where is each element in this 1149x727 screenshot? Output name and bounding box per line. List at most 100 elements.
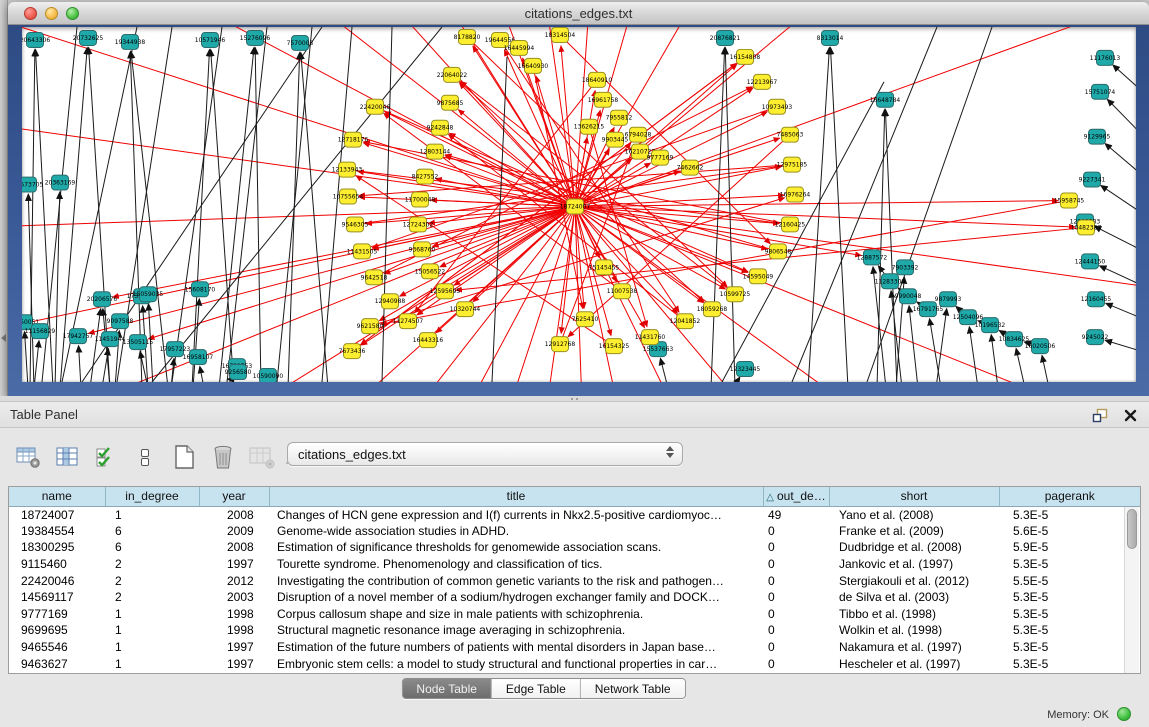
table-scrollbar-thumb[interactable] [1127,509,1137,549]
graph-node-yellow[interactable]: 12912768 [545,337,576,352]
graph-node-yellow[interactable]: 12160425 [775,217,806,232]
graph-node-yellow[interactable]: 12595695 [430,284,461,299]
graph-node-yellow[interactable]: 22064022 [437,67,468,82]
column-header-year[interactable]: year [199,487,269,506]
graph-node-yellow[interactable]: 12803144 [420,144,451,159]
table-row[interactable]: 977716911998Corpus callosum shape and si… [9,606,1140,623]
graph-node-teal[interactable]: 19344938 [115,34,146,49]
table-cell: 6 [105,539,199,556]
graph-node-teal[interactable]: 11176013 [1090,50,1121,65]
graph-node-teal[interactable]: 20732625 [73,30,104,45]
graph-node-teal[interactable]: 9879993 [935,292,962,307]
node-table[interactable]: namein_degreeyeartitle△out_de…shortpager… [8,486,1141,674]
column-header-pagerank[interactable]: pagerank [999,487,1140,506]
table-row[interactable]: 911546021997Tourette syndrome. Phenomeno… [9,556,1140,573]
table-mode-icon[interactable] [14,442,42,472]
column-header-in_degree[interactable]: in_degree [105,487,199,506]
graph-node-yellow[interactable]: 11700048 [405,192,436,207]
table-selector-dropdown[interactable]: citations_edges.txt [287,442,683,466]
table-row[interactable]: 1872400712008Changes of HCN gene express… [9,506,1140,523]
table-row[interactable]: 946554611997Estimation of the future num… [9,639,1140,656]
graph-node-yellow[interactable]: 12724302 [403,217,434,232]
graph-node-yellow[interactable]: 9806548 [765,244,792,259]
graph-node-yellow[interactable]: 18640910 [582,72,613,87]
graph-node-teal[interactable]: 12887572 [857,250,888,265]
table-scrollbar[interactable] [1124,507,1139,673]
graph-node-yellow[interactable]: 9546305 [342,217,369,232]
graph-node-yellow[interactable]: 10599725 [720,287,751,302]
tab-edge-table[interactable]: Edge Table [492,679,581,698]
table-row[interactable]: 2242004622012Investigating the contribut… [9,572,1140,589]
column-header-name[interactable]: name [9,487,105,506]
delete-table-icon[interactable] [248,442,276,472]
table-row[interactable]: 1938455462009Genome-wide association stu… [9,523,1140,540]
graph-node-yellow[interactable]: 12041852 [670,314,701,329]
graph-node-teal[interactable]: 15751074 [1085,84,1116,99]
graph-node-yellow[interactable]: 15958745 [1054,193,1085,208]
graph-node-teal[interactable]: 20876821 [710,30,741,45]
graph-node-teal[interactable]: 8313014 [817,30,844,45]
graph-node-yellow[interactable]: 7955812 [606,110,633,125]
table-row[interactable]: 946362711997Embryonic stem cells: a mode… [9,655,1140,672]
graph-node-teal[interactable]: 15276096 [240,30,271,45]
graph-node-yellow[interactable]: 18314504 [545,27,576,42]
graph-node-yellow[interactable]: 16154808 [730,49,761,64]
graph-node-yellow[interactable]: 16443316 [413,333,444,348]
graph-node-yellow[interactable]: 7625410 [572,312,599,327]
network-graph[interactable]: 2064330620732625193449381057194615276096… [22,27,1136,382]
graph-node-yellow[interactable]: 8178820 [454,29,481,44]
graph-node-yellow[interactable]: 16640930 [518,58,549,73]
table-row[interactable]: 969969511998Structural magnetic resonanc… [9,622,1140,639]
table-row[interactable]: 1830029562008Estimation of significance … [9,539,1140,556]
graph-node-teal[interactable]: 11451944 [95,332,126,347]
graph-node-teal[interactable]: 16020506 [1025,339,1056,354]
graph-node-teal[interactable]: 9245022 [1082,330,1109,345]
graph-node-teal[interactable]: 17942757 [63,329,94,344]
splitter-collapse-arrow-icon[interactable] [1,334,6,342]
graph-node-teal[interactable]: 20573705 [22,177,43,192]
float-panel-icon[interactable] [1091,406,1109,424]
table-row[interactable]: 1456911722003Disruption of a novel membe… [9,589,1140,606]
graph-node-yellow[interactable]: 16976264 [780,187,811,202]
graph-node-yellow[interactable]: 12975185 [777,157,808,172]
tab-node-table[interactable]: Node Table [402,679,492,698]
tab-network-table[interactable]: Network Table [581,679,685,698]
clear-selection-icon[interactable] [131,442,159,472]
column-header-short[interactable]: short [829,487,999,506]
table-type-segmented-control: Node Table Edge Table Network Table [401,678,685,699]
graph-node-teal[interactable]: 13505115 [123,335,154,350]
graph-node-teal[interactable]: 9097588 [107,314,134,329]
graph-node-teal[interactable]: 7903392 [892,260,919,275]
graph-node-teal[interactable]: 20363169 [45,175,76,190]
graph-node-yellow[interactable]: 7485063 [777,127,804,142]
column-header-out_de[interactable]: △out_de… [763,487,829,506]
close-panel-icon[interactable] [1121,406,1139,424]
select-all-icon[interactable] [92,442,120,472]
graph-node-teal[interactable]: 16791765 [913,302,944,317]
graph-node-yellow[interactable]: 8427552 [412,169,439,184]
graph-node-yellow[interactable]: 9242848 [427,120,454,135]
graph-node-label: 22064022 [437,72,468,79]
graph-node-yellow[interactable]: 9875685 [437,95,464,110]
new-column-icon[interactable] [170,442,198,472]
network-canvas[interactable]: 2064330620732625193449381057194615276096… [22,27,1136,382]
graph-node-teal[interactable]: 9227341 [1079,172,1106,187]
graph-node-yellow[interactable]: 7673436 [339,344,366,359]
graph-node-teal[interactable]: 10590090 [253,369,284,382]
graph-node-yellow[interactable]: 11007538 [607,284,638,299]
graph-node-teal[interactable]: 12160455 [1081,292,1112,307]
graph-node-teal[interactable]: 16648784 [870,92,901,107]
graph-node-label: 9227341 [1079,177,1106,184]
graph-node-yellow[interactable]: 9621580 [357,319,384,334]
graph-node-teal[interactable]: 9129965 [1084,129,1111,144]
divider-grip-icon[interactable] [570,397,580,401]
column-header-title[interactable]: title [269,487,763,506]
memory-status-indicator[interactable] [1117,707,1131,721]
graph-node-yellow[interactable]: 12133943 [332,162,363,177]
delete-column-icon[interactable] [209,442,237,472]
graph-node-yellow[interactable]: 11274507 [393,314,424,329]
window-titlebar[interactable]: citations_edges.txt [8,2,1149,25]
left-splitter[interactable] [0,0,8,396]
show-columns-icon[interactable] [53,442,81,472]
graph-node-yellow[interactable]: 18059268 [697,302,728,317]
